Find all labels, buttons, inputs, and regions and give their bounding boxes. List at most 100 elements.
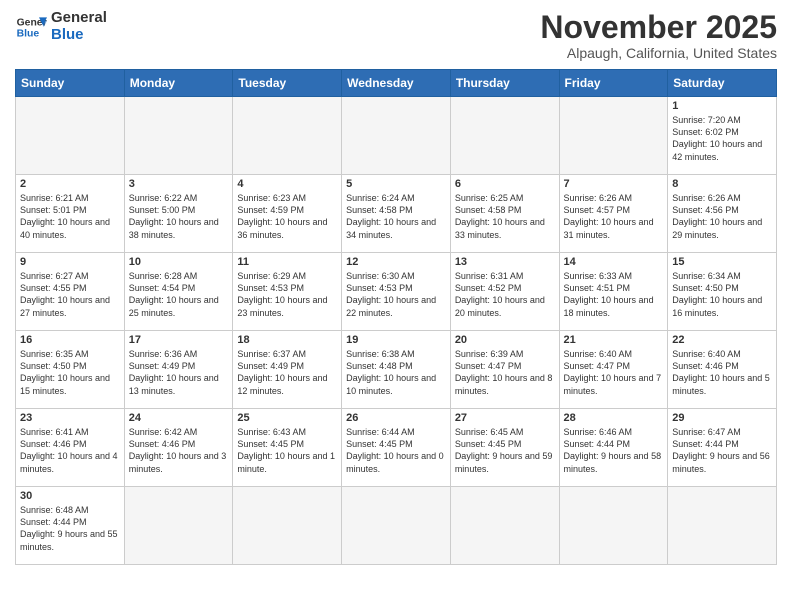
day-info: Sunrise: 6:31 AM Sunset: 4:52 PM Dayligh… — [455, 270, 555, 319]
calendar-cell: 26 Sunrise: 6:44 AM Sunset: 4:45 PM Dayli… — [342, 409, 451, 487]
day-info: Sunrise: 6:26 AM Sunset: 4:56 PM Dayligh… — [672, 192, 772, 241]
day-info: Sunrise: 6:39 AM Sunset: 4:47 PM Dayligh… — [455, 348, 555, 397]
calendar-cell: 2 Sunrise: 6:21 AM Sunset: 5:01 PM Daylig… — [16, 175, 125, 253]
day-number: 1 — [672, 100, 772, 112]
header: General Blue General Blue November 2025 … — [15, 10, 777, 61]
day-number: 2 — [20, 178, 120, 190]
day-number: 11 — [237, 256, 337, 268]
calendar-cell — [342, 487, 451, 565]
day-info: Sunrise: 6:41 AM Sunset: 4:46 PM Dayligh… — [20, 426, 120, 475]
day-info: Sunrise: 6:48 AM Sunset: 4:44 PM Dayligh… — [20, 504, 120, 553]
calendar-cell: 9 Sunrise: 6:27 AM Sunset: 4:55 PM Daylig… — [16, 253, 125, 331]
day-number: 6 — [455, 178, 555, 190]
day-info: Sunrise: 6:43 AM Sunset: 4:45 PM Dayligh… — [237, 426, 337, 475]
calendar-week-1: 1Sunrise: 7:20 AM Sunset: 6:02 PM Daylig… — [16, 97, 777, 175]
day-info: Sunrise: 6:29 AM Sunset: 4:53 PM Dayligh… — [237, 270, 337, 319]
calendar-cell: 7 Sunrise: 6:26 AM Sunset: 4:57 PM Daylig… — [559, 175, 668, 253]
month-title: November 2025 — [540, 10, 777, 45]
calendar-week-5: 23 Sunrise: 6:41 AM Sunset: 4:46 PM Dayli… — [16, 409, 777, 487]
title-block: November 2025 Alpaugh, California, Unite… — [540, 10, 777, 61]
day-info: Sunrise: 6:28 AM Sunset: 4:54 PM Dayligh… — [129, 270, 229, 319]
calendar-cell — [124, 487, 233, 565]
calendar-cell: 13 Sunrise: 6:31 AM Sunset: 4:52 PM Dayli… — [450, 253, 559, 331]
day-number: 22 — [672, 334, 772, 346]
calendar-cell: 24 Sunrise: 6:42 AM Sunset: 4:46 PM Dayli… — [124, 409, 233, 487]
calendar-cell: 19Sunrise: 6:38 AM Sunset: 4:48 PM Dayli… — [342, 331, 451, 409]
day-info: Sunrise: 6:21 AM Sunset: 5:01 PM Dayligh… — [20, 192, 120, 241]
calendar-cell: 17 Sunrise: 6:36 AM Sunset: 4:49 PM Dayli… — [124, 331, 233, 409]
day-number: 9 — [20, 256, 120, 268]
day-info: Sunrise: 6:33 AM Sunset: 4:51 PM Dayligh… — [564, 270, 664, 319]
day-info: Sunrise: 6:42 AM Sunset: 4:46 PM Dayligh… — [129, 426, 229, 475]
day-number: 17 — [129, 334, 229, 346]
logo-icon: General Blue — [15, 11, 47, 43]
calendar-cell — [16, 97, 125, 175]
weekday-header-thursday: Thursday — [450, 70, 559, 97]
day-number: 24 — [129, 412, 229, 424]
day-number: 12 — [346, 256, 446, 268]
calendar-cell: 10 Sunrise: 6:28 AM Sunset: 4:54 PM Dayli… — [124, 253, 233, 331]
day-info: Sunrise: 6:24 AM Sunset: 4:58 PM Dayligh… — [346, 192, 446, 241]
calendar-cell: 14 Sunrise: 6:33 AM Sunset: 4:51 PM Dayli… — [559, 253, 668, 331]
day-info: Sunrise: 6:40 AM Sunset: 4:47 PM Dayligh… — [564, 348, 664, 397]
calendar-cell: 28 Sunrise: 6:46 AM Sunset: 4:44 PM Dayli… — [559, 409, 668, 487]
logo-blue-text: Blue — [51, 27, 107, 44]
calendar-cell — [559, 97, 668, 175]
day-info: Sunrise: 6:35 AM Sunset: 4:50 PM Dayligh… — [20, 348, 120, 397]
calendar-cell: 11 Sunrise: 6:29 AM Sunset: 4:53 PM Dayli… — [233, 253, 342, 331]
calendar-cell — [233, 97, 342, 175]
calendar-cell: 25Sunrise: 6:43 AM Sunset: 4:45 PM Dayli… — [233, 409, 342, 487]
calendar-cell: 18 Sunrise: 6:37 AM Sunset: 4:49 PM Dayli… — [233, 331, 342, 409]
calendar-cell: 15Sunrise: 6:34 AM Sunset: 4:50 PM Dayli… — [668, 253, 777, 331]
calendar-cell: 21Sunrise: 6:40 AM Sunset: 4:47 PM Dayli… — [559, 331, 668, 409]
day-number: 3 — [129, 178, 229, 190]
calendar-cell: 27 Sunrise: 6:45 AM Sunset: 4:45 PM Dayli… — [450, 409, 559, 487]
day-info: Sunrise: 6:46 AM Sunset: 4:44 PM Dayligh… — [564, 426, 664, 475]
calendar-cell: 12Sunrise: 6:30 AM Sunset: 4:53 PM Dayli… — [342, 253, 451, 331]
calendar-cell: 4Sunrise: 6:23 AM Sunset: 4:59 PM Daylig… — [233, 175, 342, 253]
logo: General Blue General Blue — [15, 10, 107, 43]
day-number: 5 — [346, 178, 446, 190]
calendar-cell: 16 Sunrise: 6:35 AM Sunset: 4:50 PM Dayli… — [16, 331, 125, 409]
day-number: 7 — [564, 178, 664, 190]
calendar-cell: 30Sunrise: 6:48 AM Sunset: 4:44 PM Dayli… — [16, 487, 125, 565]
calendar-cell: 8Sunrise: 6:26 AM Sunset: 4:56 PM Daylig… — [668, 175, 777, 253]
day-number: 27 — [455, 412, 555, 424]
day-number: 10 — [129, 256, 229, 268]
location-subtitle: Alpaugh, California, United States — [540, 45, 777, 61]
calendar-cell — [124, 97, 233, 175]
day-number: 14 — [564, 256, 664, 268]
day-number: 16 — [20, 334, 120, 346]
day-number: 4 — [237, 178, 337, 190]
logo-general-text: General — [51, 10, 107, 27]
day-info: Sunrise: 6:26 AM Sunset: 4:57 PM Dayligh… — [564, 192, 664, 241]
day-number: 15 — [672, 256, 772, 268]
calendar-week-4: 16 Sunrise: 6:35 AM Sunset: 4:50 PM Dayli… — [16, 331, 777, 409]
calendar-cell — [233, 487, 342, 565]
weekday-header-friday: Friday — [559, 70, 668, 97]
day-number: 13 — [455, 256, 555, 268]
calendar-cell: 29 Sunrise: 6:47 AM Sunset: 4:44 PM Dayli… — [668, 409, 777, 487]
calendar-week-3: 9 Sunrise: 6:27 AM Sunset: 4:55 PM Daylig… — [16, 253, 777, 331]
day-info: Sunrise: 6:27 AM Sunset: 4:55 PM Dayligh… — [20, 270, 120, 319]
day-number: 23 — [20, 412, 120, 424]
day-number: 18 — [237, 334, 337, 346]
day-number: 28 — [564, 412, 664, 424]
calendar-table: SundayMondayTuesdayWednesdayThursdayFrid… — [15, 69, 777, 565]
day-info: Sunrise: 6:45 AM Sunset: 4:45 PM Dayligh… — [455, 426, 555, 475]
calendar-cell: 22Sunrise: 6:40 AM Sunset: 4:46 PM Dayli… — [668, 331, 777, 409]
day-number: 29 — [672, 412, 772, 424]
calendar-cell: 3Sunrise: 6:22 AM Sunset: 5:00 PM Daylig… — [124, 175, 233, 253]
day-number: 20 — [455, 334, 555, 346]
calendar-week-2: 2 Sunrise: 6:21 AM Sunset: 5:01 PM Daylig… — [16, 175, 777, 253]
day-info: Sunrise: 6:44 AM Sunset: 4:45 PM Dayligh… — [346, 426, 446, 475]
calendar-week-6: 30Sunrise: 6:48 AM Sunset: 4:44 PM Dayli… — [16, 487, 777, 565]
day-number: 26 — [346, 412, 446, 424]
calendar-cell: 6Sunrise: 6:25 AM Sunset: 4:58 PM Daylig… — [450, 175, 559, 253]
weekday-header-row: SundayMondayTuesdayWednesdayThursdayFrid… — [16, 70, 777, 97]
calendar-header: SundayMondayTuesdayWednesdayThursdayFrid… — [16, 70, 777, 97]
day-info: Sunrise: 6:37 AM Sunset: 4:49 PM Dayligh… — [237, 348, 337, 397]
calendar-cell: 20 Sunrise: 6:39 AM Sunset: 4:47 PM Dayli… — [450, 331, 559, 409]
day-info: Sunrise: 6:47 AM Sunset: 4:44 PM Dayligh… — [672, 426, 772, 475]
day-info: Sunrise: 6:36 AM Sunset: 4:49 PM Dayligh… — [129, 348, 229, 397]
